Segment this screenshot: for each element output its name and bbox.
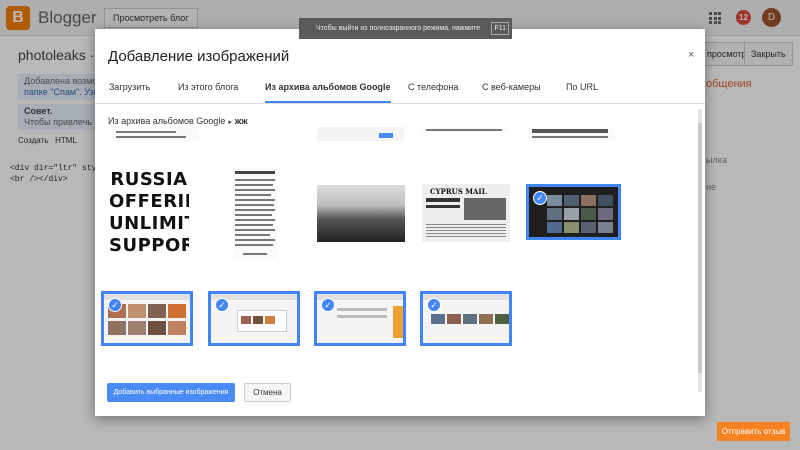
chevron-right-icon: ▸ xyxy=(228,119,232,126)
check-icon: ✓ xyxy=(533,191,547,205)
scrollbar-thumb[interactable] xyxy=(698,123,702,373)
add-images-dialog: Добавление изображений × Загрузить Из эт… xyxy=(95,29,705,416)
image-thumbnail[interactable]: CYPRUS MAIL xyxy=(422,184,510,242)
feedback-button[interactable]: Отправить отзыв xyxy=(717,422,790,441)
dialog-tabs: Загрузить Из этого блога Из архива альбо… xyxy=(95,77,705,104)
add-selected-images-button[interactable]: Добавить выбранные изображения xyxy=(107,383,235,402)
tab-webcam[interactable]: С веб-камеры xyxy=(482,82,541,104)
dialog-scrollbar[interactable] xyxy=(698,109,702,392)
image-thumbnail-selected[interactable]: ✓ xyxy=(314,291,406,346)
image-thumbnail[interactable] xyxy=(317,127,404,141)
image-thumbnail[interactable]: RUSSIA OFFERING UNLIMITED SUPPORT’ xyxy=(109,166,189,262)
image-thumbnail-selected[interactable]: ✓ xyxy=(101,291,193,346)
image-thumbnail-selected[interactable]: ✓ xyxy=(420,291,512,346)
close-icon[interactable]: × xyxy=(688,49,694,61)
image-thumbnail-selected[interactable]: ✓ xyxy=(208,291,300,346)
breadcrumb: Из архива альбомов Google ▸ жж xyxy=(108,116,248,126)
check-icon: ✓ xyxy=(321,298,335,312)
tab-from-blog[interactable]: Из этого блога xyxy=(178,82,238,104)
dialog-title: Добавление изображений xyxy=(108,48,290,65)
image-thumbnail[interactable] xyxy=(233,167,277,259)
cancel-button[interactable]: Отмена xyxy=(244,383,291,402)
fullscreen-hint-text: Чтобы выйти из полноэкранного режима, на… xyxy=(316,25,481,32)
image-thumbnail[interactable] xyxy=(317,185,405,242)
check-icon: ✓ xyxy=(215,298,229,312)
tab-google-albums[interactable]: Из архива альбомов Google xyxy=(265,82,391,104)
check-icon: ✓ xyxy=(108,298,122,312)
fullscreen-hint: Чтобы выйти из полноэкранного режима, на… xyxy=(299,18,512,39)
breadcrumb-album: жж xyxy=(234,116,248,126)
image-thumbnail[interactable] xyxy=(422,127,509,133)
fullscreen-key: F11 xyxy=(491,22,509,35)
breadcrumb-root[interactable]: Из архива альбомов Google xyxy=(108,116,225,126)
image-thumbnail[interactable] xyxy=(528,127,615,141)
image-thumbnail-selected[interactable]: ✓ xyxy=(526,184,621,240)
tab-upload[interactable]: Загрузить xyxy=(109,82,150,104)
tab-phone[interactable]: С телефона xyxy=(408,82,458,104)
image-thumbnail[interactable] xyxy=(112,127,199,141)
tab-url[interactable]: По URL xyxy=(566,82,598,104)
check-icon: ✓ xyxy=(427,298,441,312)
masthead-text: CYPRUS MAIL xyxy=(430,187,487,196)
tabs-divider xyxy=(95,103,705,104)
